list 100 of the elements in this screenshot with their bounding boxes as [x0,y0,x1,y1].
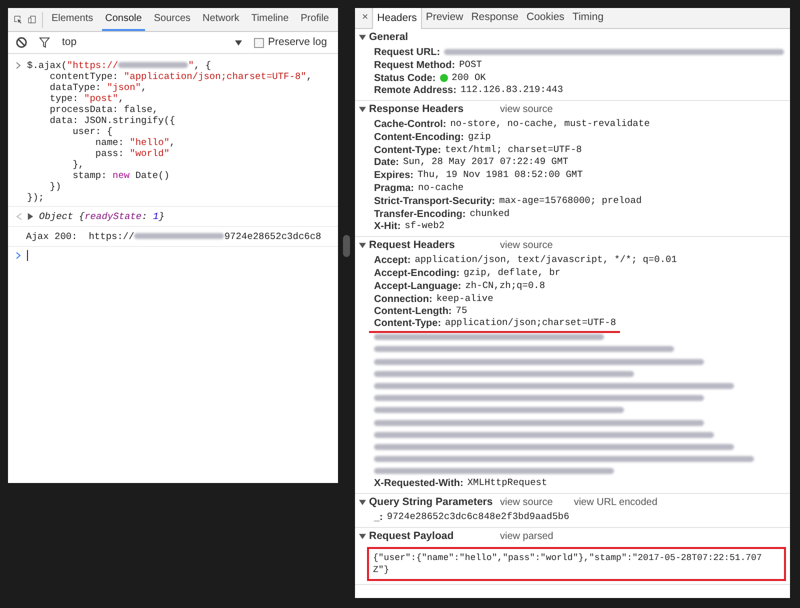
code-token: user: { [72,126,113,137]
header-value: XMLHttpRequest [467,476,548,490]
code-token: $.ajax( [27,60,67,71]
caret-down-icon[interactable] [359,106,366,114]
header-value: application/json;charset=UTF-8 [445,316,616,330]
header-value: POST [459,58,482,72]
header-name: Content-Type: [374,317,442,332]
header-value: keep-alive [436,292,494,306]
view-source-link[interactable]: view source [500,102,553,118]
header-name: X-Hit: [374,220,401,234]
header-value: 9724e28652c3dc6c848e2f3bd9aad5b6 [386,510,570,524]
header-name: Content-Type: [374,144,442,158]
code-token: stamp: [72,170,108,181]
header-name: Cache-Control: [374,118,446,132]
dropdown-caret-icon [235,40,242,46]
header-value: Sun, 28 May 2017 07:22:49 GMT [403,156,568,170]
details-tab[interactable]: Preview [422,8,468,28]
inspect-icon[interactable] [14,13,22,26]
code-token: "hello" [130,137,170,148]
header-name: Content-Length: [374,305,452,318]
header-value: no-store, no-cache, must-revalidate [450,117,650,132]
close-button[interactable]: × [358,8,372,28]
section-title[interactable]: Request Payload [369,528,489,544]
header-value: gzip [468,130,491,144]
code-token: type: [48,93,80,104]
code-token: "world" [130,148,170,159]
section-title[interactable]: Request Headers [369,238,489,254]
code-token: "https:// [66,60,118,71]
caret-down-icon[interactable] [359,34,366,41]
section-title[interactable]: General [369,30,489,46]
preserve-log-checkbox[interactable] [254,38,264,48]
view-source-link[interactable]: view parsed [500,528,554,544]
preserve-log-label: Preserve log [268,34,327,50]
code-token: , [141,82,147,93]
header-name: Transfer-Encoding: [374,208,466,221]
code-token: }) [48,181,62,192]
view-source-link[interactable]: view source [500,238,553,254]
code-token: , { [194,60,212,71]
header-value: text/html; charset=UTF-8 [445,142,582,157]
code-token: contentType: [48,71,120,82]
header-name: Request Method: [374,58,456,73]
header-value: sf-web2 [404,220,445,234]
header-value: max-age=15768000; preload [499,194,642,208]
code-token: } [158,211,164,222]
header-value: chunked [470,206,510,221]
details-tab[interactable]: Response [467,8,522,28]
header-name: Date: [374,156,400,170]
details-tab[interactable]: Timing [568,8,608,28]
filter-icon[interactable] [39,37,50,48]
devtools-tab[interactable]: Sources [150,8,194,31]
devtools-tab[interactable]: Console [102,8,145,31]
code-token: pass: [94,148,125,159]
view-source-link[interactable]: view URL encoded [574,495,658,510]
code-token: " [188,60,194,71]
header-value: application/json, text/javascript, */*; q=0.01 [414,253,677,268]
devtools-tab[interactable]: Profile [298,8,332,31]
code-token: new [112,170,130,181]
clear-icon[interactable] [16,37,27,48]
caret-down-icon[interactable] [359,532,366,540]
code-token: Object { [39,211,85,222]
code-token: processData: false, [48,104,158,115]
code-token: data: JSON.stringify({ [48,115,176,126]
splitter-handle[interactable] [343,234,350,256]
caret-right-icon[interactable] [27,213,34,220]
header-name: Strict-Transport-Security: [374,194,496,209]
code-token: }, [72,159,84,170]
code-token: , [170,137,176,148]
code-token: }); [27,192,44,203]
header-value: no-cache [418,181,464,196]
code-token: : [142,211,148,222]
code-token: name: [94,137,125,148]
header-name: Content-Encoding: [374,130,464,145]
header-value: 75 [456,304,468,318]
code-token: Ajax 200: https:// [26,231,134,242]
section-title[interactable]: Response Headers [369,102,489,118]
header-name: X-Requested-With: [374,477,464,492]
payload-text: {"user":{"name":"hello","pass":"world"},"stamp":"2017-05-28T07:22:51.707 Z"} [367,546,786,581]
caret-down-icon[interactable] [359,499,366,506]
code-token: , [306,71,312,82]
context-select[interactable]: top [62,34,242,50]
devtools-tab[interactable]: Timeline [248,8,292,31]
device-icon[interactable] [28,13,36,26]
header-name: Pragma: [374,182,414,196]
header-name: Status Code: [374,72,436,86]
caret-down-icon[interactable] [359,242,366,250]
view-source-link[interactable]: view source [500,495,553,510]
code-token: readyState [84,211,142,222]
devtools-tab[interactable]: Network [200,8,242,31]
details-tab[interactable]: Cookies [522,8,568,28]
context-label: top [62,34,77,50]
code-token: dataType: [48,82,102,93]
details-tab[interactable]: Headers [372,8,422,29]
code-token: "application/json;charset=UTF-8" [124,71,306,82]
header-value: gzip, deflate, br [464,266,560,280]
code-token: Date() [134,170,170,181]
code-token: "post" [84,93,118,104]
devtools-tab[interactable]: Elements [48,8,96,31]
header-name: Connection: [374,292,432,306]
header-value: zh-CN,zh;q=0.8 [465,278,546,293]
code-token: 9724e28652c3dc6c8 [224,231,322,242]
